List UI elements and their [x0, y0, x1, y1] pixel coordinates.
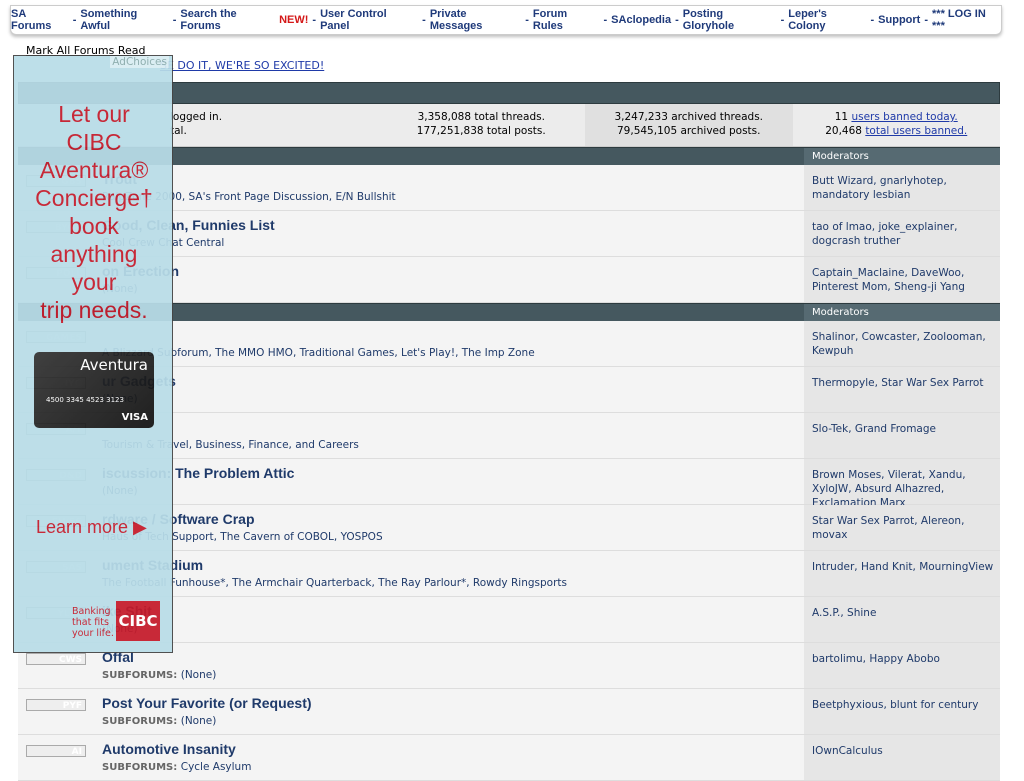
nav--log-in-[interactable]: *** LOG IN ***: [932, 8, 1001, 32]
subforums[interactable]: SUBFORUMS: (None): [102, 715, 216, 727]
moderators-header: Moderators: [804, 304, 1000, 321]
cibc-advertisement[interactable]: AdChoices Let our CIBC Aventura® Concierge†…: [13, 55, 173, 653]
nav-sa-forums[interactable]: SA Forums: [11, 8, 69, 32]
nav-private-messages[interactable]: Private Messages: [430, 8, 521, 32]
top-navbar: SA Forums - Something Awful - Search the For…: [10, 5, 1002, 35]
nav-search-the-forums[interactable]: Search the Forums: [180, 8, 279, 32]
stats-threads: 3,358,088 total threads. 177,251,838 tota…: [416, 111, 546, 137]
forum-icon[interactable]: PYF: [26, 699, 86, 711]
nav-posting-gloryhole[interactable]: Posting Gloryhole: [683, 8, 777, 32]
nav-forum-rules[interactable]: Forum Rules: [533, 8, 600, 32]
subforums[interactable]: SUBFORUMS: (None): [102, 669, 216, 681]
stats-bans: 11 users banned today. 20,468 total user…: [825, 111, 968, 137]
subforums[interactable]: SUBFORUMS: Cycle Asylum: [102, 761, 251, 773]
stats-archived: 3,247,233 archived threads. 79,545,105 ar…: [585, 104, 793, 146]
moderator-list[interactable]: Intruder, Hand Knit, MourningView: [804, 551, 1000, 596]
adchoices-label[interactable]: AdChoices: [110, 56, 169, 68]
forum-row[interactable]: PYF Post Your Favorite (or Request) SUBFOR…: [18, 689, 1000, 735]
credit-card-image: Aventura 4500 3345 4523 3123 VISA: [34, 352, 154, 428]
moderator-list[interactable]: IOwnCalculus: [804, 735, 1000, 780]
moderator-list[interactable]: Slo-Tek, Grand Fromage: [804, 413, 1000, 458]
nav-leper-s-colony[interactable]: Leper's Colony: [788, 8, 866, 32]
moderators-header: Moderators: [804, 148, 1000, 165]
nav-saclopedia[interactable]: SAclopedia: [611, 14, 671, 26]
total-banned-link[interactable]: total users banned.: [865, 125, 967, 137]
nav-user-control-panel[interactable]: User Control Panel: [320, 8, 418, 32]
moderator-list[interactable]: Captain_Maclaine, DaveWoo, Pinterest Mom…: [804, 257, 1000, 302]
moderator-list[interactable]: bartolimu, Happy Abobo: [804, 643, 1000, 688]
ad-tagline: Banking that fits your life.: [72, 606, 114, 639]
forum-title[interactable]: Automotive Insanity: [102, 741, 236, 757]
moderator-list[interactable]: Thermopyle, Star War Sex Parrot: [804, 367, 1000, 412]
ad-headline: Let our CIBC Aventura® Concierge† book anythi…: [35, 101, 153, 323]
moderator-list[interactable]: Brown Moses, Vilerat, Xandu, XyloJW, Abs…: [804, 459, 1000, 509]
forum-icon[interactable]: AI: [26, 745, 86, 757]
cibc-logo: CIBC: [116, 601, 160, 641]
moderator-list[interactable]: tao of lmao, joke_explainer, dogcrash tr…: [804, 211, 1000, 256]
banned-today-link[interactable]: users banned today.: [851, 111, 957, 123]
moderator-list[interactable]: Beetphyxious, blunt for century: [804, 689, 1000, 734]
nav-support[interactable]: Support: [878, 14, 920, 26]
new-badge: NEW!: [279, 14, 309, 26]
learn-more-button[interactable]: Learn more ▶: [36, 517, 147, 538]
moderator-list[interactable]: A.S.P., Shine: [804, 597, 1000, 642]
moderator-list[interactable]: Butt Wizard, gnarlyhotep, mandatory lesb…: [804, 165, 1000, 210]
forum-title[interactable]: Post Your Favorite (or Request): [102, 695, 312, 711]
forum-row[interactable]: AI Automotive Insanity SUBFORUMS: Cycle As…: [18, 735, 1000, 781]
moderator-list[interactable]: Star War Sex Parrot, Alereon, movax: [804, 505, 1000, 550]
forum-icon[interactable]: CWS: [26, 653, 86, 665]
nav-something-awful[interactable]: Something Awful: [80, 8, 168, 32]
moderator-list[interactable]: Shalinor, Cowcaster, Zoolooman, Kewpuh: [804, 321, 1000, 366]
announcement-link[interactable]: SE DO IT, WE'RE SO EXCITED!: [160, 59, 324, 72]
